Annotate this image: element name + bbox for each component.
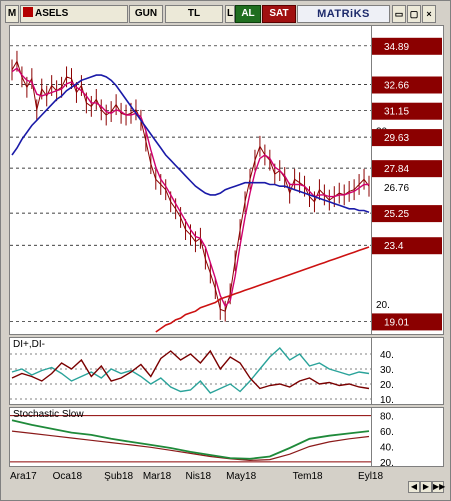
brand-logo: MATRiKS	[297, 5, 390, 23]
extra-button[interactable]: L	[225, 5, 235, 23]
price-level-label: 23.4	[384, 241, 404, 252]
stoch-tick-label: 20.	[380, 458, 394, 467]
stoch-d-line	[11, 430, 370, 462]
stochastic-title: Stochastic Slow	[13, 409, 84, 420]
di-tick-label: 40.	[380, 350, 394, 361]
symbol-icon	[23, 7, 33, 17]
price-tick-label: 20.	[376, 300, 390, 311]
close-line	[11, 59, 370, 312]
price-level-label: 27.84	[384, 164, 409, 175]
period-day-button[interactable]: GUN	[129, 5, 163, 23]
toolbar: M ASELS GUN TL L AL SAT MATRiKS ▭ ▢ ×	[5, 5, 448, 23]
di-tick-label: 10.	[380, 395, 394, 405]
sell-button[interactable]: SAT	[262, 5, 296, 23]
price-level-label: 34.89	[384, 42, 409, 53]
price-chart	[10, 45, 371, 333]
buy-button[interactable]: AL	[235, 5, 261, 23]
stoch-tick-label: 60.	[380, 427, 394, 438]
scroll-end-icon[interactable]: ▶▶	[432, 481, 445, 493]
price-level-label: 31.15	[384, 107, 409, 118]
scroll-left-icon[interactable]: ◀	[408, 481, 420, 493]
price-chart-pane[interactable]	[9, 25, 372, 335]
price-level-label: 19.01	[384, 317, 409, 328]
menu-button[interactable]: M	[5, 5, 19, 23]
ma-long-line	[11, 74, 370, 213]
scroll-right-icon[interactable]: ▶	[420, 481, 432, 493]
price-axis-labels: 35.30.25.20.34.8932.6631.1529.6327.8425.…	[372, 37, 442, 331]
di-chart	[10, 346, 371, 400]
di-tick-label: 20.	[380, 380, 394, 391]
price-level-box	[372, 237, 442, 255]
ma-short-line	[11, 67, 369, 308]
trend-line	[155, 246, 370, 333]
stoch-tick-label: 80.	[380, 412, 394, 423]
di-title: DI+,DI-	[13, 339, 45, 350]
di-axis-labels: 40. 30. 20. 10.	[380, 350, 394, 405]
symbol-label: ASELS	[35, 8, 69, 19]
close-icon[interactable]: ×	[422, 5, 436, 23]
price-axis: 35.30.25.20.34.8932.6631.1529.6327.8425.…	[372, 25, 444, 335]
price-level-label: 25.25	[384, 209, 409, 220]
current-price-label: 26.76	[384, 183, 409, 194]
stochastic-axis-labels: 80. 60. 40. 20.	[380, 412, 394, 467]
chart-window: M ASELS GUN TL L AL SAT MATRiKS ▭ ▢ × 35…	[0, 0, 451, 501]
symbol-selector[interactable]: ASELS	[20, 5, 128, 23]
di-axis: 40. 30. 20. 10.	[372, 337, 444, 405]
maximize-icon[interactable]: ▢	[407, 5, 421, 23]
stochastic-axis: 80. 60. 40. 20.	[372, 407, 444, 467]
di-chart-pane[interactable]: DI+,DI-	[9, 337, 372, 405]
stochastic-chart-pane[interactable]: Stochastic Slow	[9, 407, 372, 467]
minimize-icon[interactable]: ▭	[392, 5, 406, 23]
di-tick-label: 30.	[380, 365, 394, 376]
price-level-label: 32.66	[384, 80, 409, 91]
scrollbar[interactable]: ◀ ▶ ▶▶	[9, 481, 445, 493]
price-level-label: 29.63	[384, 133, 409, 144]
stoch-tick-label: 40.	[380, 442, 394, 453]
di-minus-line	[11, 349, 370, 390]
currency-button[interactable]: TL	[165, 5, 223, 23]
